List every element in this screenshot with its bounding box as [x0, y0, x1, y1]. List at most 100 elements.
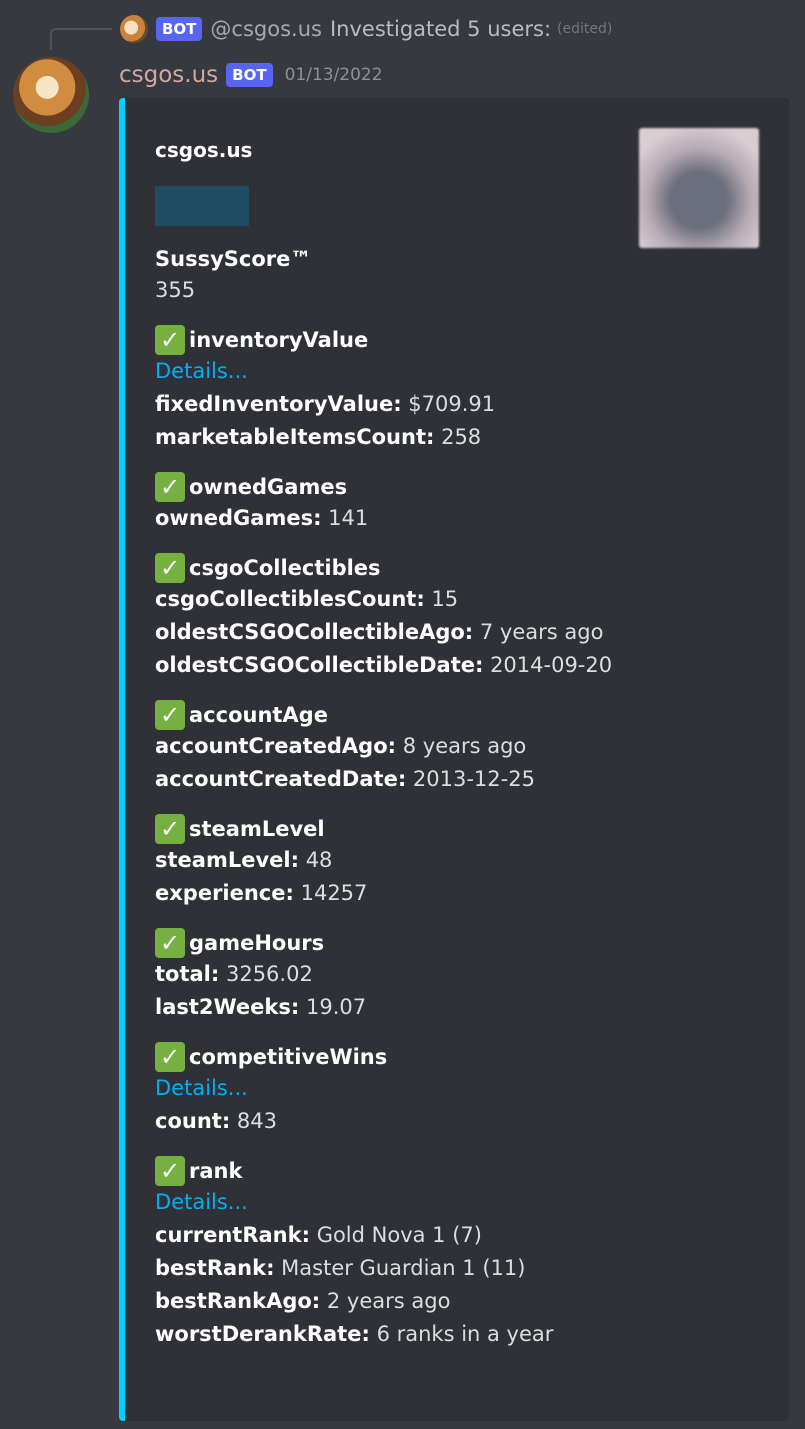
- field-competitiveWins: ✓ competitiveWins Details... count: 843: [155, 1042, 625, 1138]
- field-key: worstDerankRate:: [155, 1322, 370, 1346]
- field-line: total: 3256.02: [155, 958, 625, 991]
- check-icon: ✓: [155, 472, 185, 502]
- field-line: accountCreatedAgo: 8 years ago: [155, 730, 625, 763]
- field-value: 19.07: [305, 995, 367, 1019]
- field-name: ✓ csgoCollectibles: [155, 553, 625, 583]
- field-title: accountAge: [189, 703, 328, 727]
- field-key: ownedGames:: [155, 506, 322, 530]
- field-line: bestRank: Master Guardian 1 (11): [155, 1252, 625, 1285]
- field-line: experience: 14257: [155, 877, 625, 910]
- field-line: count: 843: [155, 1105, 625, 1138]
- field-key: bestRank:: [155, 1256, 275, 1280]
- field-line: ownedGames: 141: [155, 502, 625, 535]
- field-key: count:: [155, 1109, 231, 1133]
- field-inventoryValue: ✓ inventoryValue Details... fixedInventoryV…: [155, 325, 625, 454]
- field-name: ✓ competitiveWins: [155, 1042, 625, 1072]
- message-header: csgos.us BOT 01/13/2022: [119, 58, 383, 92]
- field-line: bestRankAgo: 2 years ago: [155, 1285, 625, 1318]
- bot-tag: BOT: [226, 63, 273, 87]
- field-ownedGames: ✓ ownedGames ownedGames: 141: [155, 472, 625, 535]
- embed-title: csgos.us: [155, 138, 253, 162]
- field-line: csgoCollectiblesCount: 15: [155, 583, 625, 616]
- field-line: worstDerankRate: 6 ranks in a year: [155, 1318, 625, 1351]
- field-name: ✓ gameHours: [155, 928, 625, 958]
- field-title: competitiveWins: [189, 1045, 388, 1069]
- reply-spine: [50, 28, 112, 50]
- field-value: 14257: [300, 881, 368, 905]
- field-value: 6 ranks in a year: [376, 1322, 554, 1346]
- field-csgoCollectibles: ✓ csgoCollectibles csgoCollectiblesCount: …: [155, 553, 625, 682]
- field-value: 141: [328, 506, 369, 530]
- embed-thumbnail[interactable]: [639, 128, 759, 248]
- field-value: 258: [441, 425, 482, 449]
- field-value: 15: [431, 587, 459, 611]
- embed-content: csgos.us SussyScore™ 355 ✓ inventoryValue…: [155, 136, 625, 1351]
- field-key: csgoCollectiblesCount:: [155, 587, 425, 611]
- field-key: accountCreatedDate:: [155, 767, 407, 791]
- field-name: ✓ inventoryValue: [155, 325, 625, 355]
- details-link[interactable]: Details...: [155, 1186, 625, 1219]
- check-icon: ✓: [155, 928, 185, 958]
- field-value: 2 years ago: [326, 1289, 451, 1313]
- score-field: SussyScore™ 355: [155, 244, 625, 307]
- field-title: rank: [189, 1159, 243, 1183]
- field-value: 843: [236, 1109, 277, 1133]
- field-value: 3256.02: [225, 962, 313, 986]
- field-key: steamLevel:: [155, 848, 299, 872]
- field-title: csgoCollectibles: [189, 556, 381, 580]
- field-key: accountCreatedAgo:: [155, 734, 397, 758]
- check-icon: ✓: [155, 553, 185, 583]
- check-icon: ✓: [155, 700, 185, 730]
- check-icon: ✓: [155, 1156, 185, 1186]
- field-title: ownedGames: [189, 475, 348, 499]
- reply-username[interactable]: @csgos.us: [210, 17, 322, 41]
- field-value: Master Guardian 1 (11): [281, 1256, 526, 1280]
- field-rank: ✓ rank Details... currentRank: Gold Nova 1 …: [155, 1156, 625, 1351]
- field-key: fixedInventoryValue:: [155, 392, 402, 416]
- username[interactable]: csgos.us: [119, 62, 218, 88]
- field-key: oldestCSGOCollectibleDate:: [155, 653, 484, 677]
- field-name: ✓ ownedGames: [155, 472, 625, 502]
- details-link[interactable]: Details...: [155, 355, 625, 388]
- embed-fields: ✓ inventoryValue Details... fixedInventoryV…: [155, 325, 625, 1351]
- field-key: experience:: [155, 881, 294, 905]
- reply-text[interactable]: Investigated 5 users:: [330, 17, 551, 41]
- avatar[interactable]: [13, 57, 89, 133]
- score-label: SussyScore™: [155, 247, 312, 271]
- field-name: ✓ steamLevel: [155, 814, 625, 844]
- check-icon: ✓: [155, 325, 185, 355]
- field-key: marketableItemsCount:: [155, 425, 435, 449]
- field-line: oldestCSGOCollectibleAgo: 7 years ago: [155, 616, 625, 649]
- field-title: steamLevel: [189, 817, 325, 841]
- timestamp[interactable]: 01/13/2022: [285, 65, 383, 85]
- field-steamLevel: ✓ steamLevel steamLevel: 48 experience: 142…: [155, 814, 625, 910]
- details-link[interactable]: Details...: [155, 1072, 625, 1105]
- field-key: last2Weeks:: [155, 995, 300, 1019]
- field-name: ✓ rank: [155, 1156, 625, 1186]
- field-value: 2013-12-25: [412, 767, 535, 791]
- field-key: oldestCSGOCollectibleAgo:: [155, 620, 474, 644]
- field-line: currentRank: Gold Nova 1 (7): [155, 1219, 625, 1252]
- field-value: $709.91: [408, 392, 496, 416]
- field-line: marketableItemsCount: 258: [155, 421, 625, 454]
- field-line: accountCreatedDate: 2013-12-25: [155, 763, 625, 796]
- field-value: 8 years ago: [402, 734, 527, 758]
- redacted-block: [155, 186, 249, 226]
- field-title: gameHours: [189, 931, 325, 955]
- check-icon: ✓: [155, 1042, 185, 1072]
- field-title: inventoryValue: [189, 328, 369, 352]
- reply-avatar[interactable]: [120, 15, 148, 43]
- field-key: currentRank:: [155, 1223, 310, 1247]
- score-value: 355: [155, 278, 196, 302]
- field-accountAge: ✓ accountAge accountCreatedAgo: 8 years ag…: [155, 700, 625, 796]
- field-value: 7 years ago: [479, 620, 604, 644]
- field-line: fixedInventoryValue: $709.91: [155, 388, 625, 421]
- field-key: total:: [155, 962, 220, 986]
- field-key: bestRankAgo:: [155, 1289, 321, 1313]
- reply-bot-tag: BOT: [156, 17, 203, 41]
- field-value: 48: [305, 848, 333, 872]
- field-gameHours: ✓ gameHours total: 3256.02 last2Weeks: 19.0…: [155, 928, 625, 1024]
- field-name: ✓ accountAge: [155, 700, 625, 730]
- field-value: 2014-09-20: [490, 653, 613, 677]
- reply-reference[interactable]: BOT @csgos.us Investigated 5 users: (edi…: [120, 14, 612, 44]
